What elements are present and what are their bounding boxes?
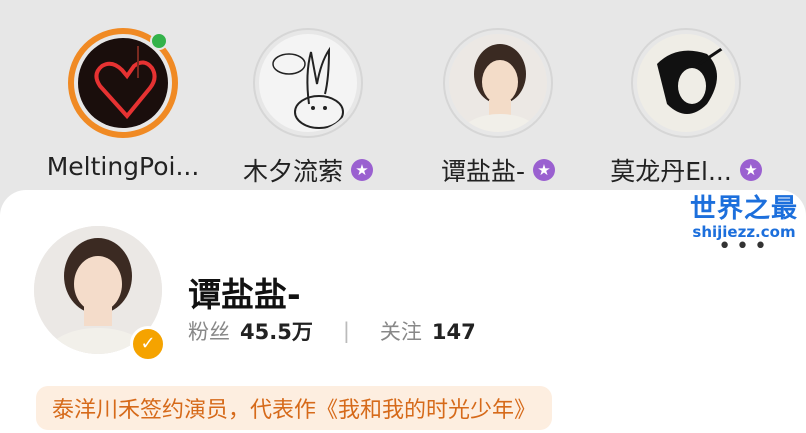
profile-stats: 粉丝 45.5万 | 关注 147	[188, 316, 476, 346]
neon-heart-image	[78, 38, 168, 128]
story-name: 谭盐盐-	[440, 157, 526, 186]
online-status-dot	[150, 32, 168, 50]
avatar[interactable]	[631, 28, 741, 138]
verified-v-icon: ✓	[130, 326, 166, 362]
followers-stat[interactable]: 粉丝 45.5万	[188, 316, 313, 346]
verified-star-icon: ★	[533, 159, 556, 181]
stats-divider: |	[342, 319, 350, 343]
avatar[interactable]	[443, 28, 553, 138]
portrait-image	[449, 34, 547, 132]
following-strip: MeltingPoi... 木夕流萦 ★ 谭盐盐- ★ 莫龙丹El... ★	[0, 0, 806, 200]
following-stat[interactable]: 关注 147	[380, 316, 476, 346]
verified-star-icon: ★	[351, 159, 373, 181]
story-name: 木夕流萦	[242, 157, 343, 186]
followers-label: 粉丝	[188, 320, 230, 344]
avatar[interactable]	[68, 28, 178, 138]
profile-name: 谭盐盐-	[188, 275, 301, 314]
avatar[interactable]	[253, 28, 363, 138]
following-count: 147	[431, 320, 476, 344]
story-item-muxi[interactable]: 木夕流萦 ★	[213, 28, 403, 188]
sketch-portrait-image	[637, 34, 735, 132]
story-name: MeltingPoi...	[46, 152, 200, 181]
watermark: 世界之最 shijiezz.com	[690, 188, 798, 241]
story-item-tanyanyan[interactable]: 谭盐盐- ★	[403, 28, 593, 188]
rabbit-drawing-image	[259, 34, 357, 132]
story-item-molongdan[interactable]: 莫龙丹El... ★	[591, 28, 781, 188]
watermark-title: 世界之最	[689, 194, 798, 224]
following-label: 关注	[379, 320, 422, 344]
followers-count: 45.5万	[240, 320, 313, 344]
watermark-url: shijiezz.com	[692, 223, 796, 241]
story-name: 莫龙丹El...	[610, 157, 732, 186]
story-item-meltingpoint[interactable]: MeltingPoi...	[28, 28, 218, 181]
verified-star-icon: ★	[739, 159, 762, 181]
profile-intro: 泰洋川禾签约演员，代表作《我和我的时光少年》	[36, 386, 553, 430]
profile-card: ••• ✓ 谭盐盐- 粉丝 45.5万 | 关注 147 泰洋川禾签约演员，代表作《…	[0, 190, 806, 433]
